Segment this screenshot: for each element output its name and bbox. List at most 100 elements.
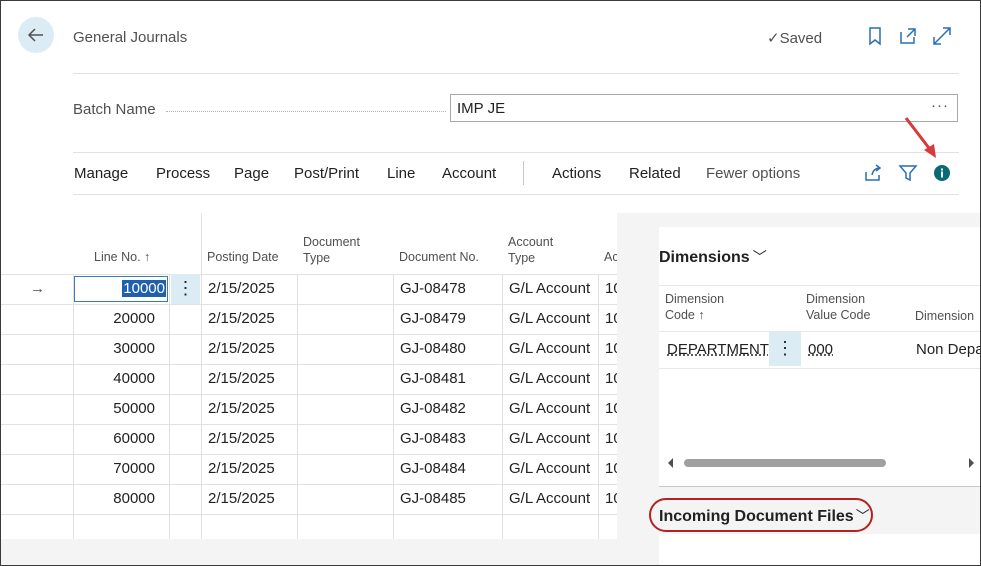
- menu-line[interactable]: Line: [387, 165, 415, 182]
- line-no-cell[interactable]: 50000: [76, 394, 155, 424]
- posting-date-cell[interactable]: 2/15/2025: [208, 304, 275, 334]
- menu-page[interactable]: Page: [234, 165, 269, 182]
- line-no-cell[interactable]: 20000: [76, 304, 155, 334]
- column-header-document-no[interactable]: Document No.: [399, 249, 479, 265]
- document-no-cell[interactable]: GJ-08479: [400, 304, 466, 334]
- column-header-account-type-line2: Type: [508, 251, 536, 265]
- table-row[interactable]: → 10000 ⋮ 2/15/2025 GJ-08478 G/L Account…: [1, 274, 622, 305]
- account-type-cell[interactable]: G/L Account: [509, 454, 590, 484]
- menu-manage[interactable]: Manage: [74, 165, 128, 182]
- account-type-cell[interactable]: G/L Account: [509, 484, 590, 514]
- action-bar-bottom-divider: [73, 194, 959, 195]
- dimensions-divider: [659, 285, 980, 286]
- incoming-document-files-title[interactable]: Incoming Document Files ﹀: [659, 506, 870, 526]
- table-row[interactable]: 60000 2/15/2025 GJ-08483 G/L Account 10: [1, 424, 622, 455]
- dimension-code-link[interactable]: DEPARTMENT: [667, 335, 769, 365]
- document-no-cell[interactable]: GJ-08484: [400, 454, 466, 484]
- action-bar-top-divider: [73, 152, 959, 153]
- column-header-document-type[interactable]: Document Type: [303, 234, 360, 266]
- open-new-window-icon[interactable]: [898, 26, 918, 46]
- posting-date-cell[interactable]: 2/15/2025: [208, 454, 275, 484]
- checkmark-icon: ✓: [767, 30, 780, 47]
- action-bar-separator: [523, 161, 524, 185]
- document-no-cell[interactable]: GJ-08481: [400, 364, 466, 394]
- fewer-options-button[interactable]: Fewer options: [706, 165, 800, 182]
- account-type-cell[interactable]: G/L Account: [509, 274, 590, 304]
- line-no-cell[interactable]: 30000: [76, 334, 155, 364]
- journal-lines-grid: Line No. ↑ Posting Date Document Type Do…: [1, 213, 622, 539]
- dimension-value-name: Non Depa: [916, 341, 981, 358]
- column-header-document-type-line1: Document: [303, 235, 360, 249]
- document-no-cell[interactable]: GJ-08485: [400, 484, 466, 514]
- line-no-cell[interactable]: 60000: [76, 424, 155, 454]
- batch-name-input[interactable]: IMP JE ···: [450, 94, 958, 122]
- chevron-down-icon: ﹀: [752, 249, 767, 265]
- column-header-line-no[interactable]: Line No. ↑: [94, 249, 150, 265]
- column-header-dimension-code[interactable]: Dimension Code ↑: [665, 291, 724, 323]
- line-no-cell[interactable]: 40000: [76, 364, 155, 394]
- dimensions-header-divider: [659, 331, 980, 332]
- back-button[interactable]: [18, 17, 54, 53]
- menu-actions[interactable]: Actions: [552, 165, 601, 182]
- arrow-left-icon: [27, 28, 43, 42]
- menu-post-print[interactable]: Post/Print: [294, 165, 359, 182]
- account-type-cell[interactable]: G/L Account: [509, 304, 590, 334]
- share-icon[interactable]: [863, 163, 883, 183]
- scroll-left-icon: [668, 458, 673, 468]
- dimensions-card: Dimensions ﹀ Dimension Code ↑ Dimension V…: [659, 227, 980, 487]
- filter-icon[interactable]: [898, 163, 918, 183]
- menu-account[interactable]: Account: [442, 165, 496, 182]
- posting-date-cell[interactable]: 2/15/2025: [208, 394, 275, 424]
- line-no-cell[interactable]: 10000: [76, 274, 166, 304]
- bookmark-icon[interactable]: [865, 26, 885, 46]
- line-no-cell[interactable]: 70000: [76, 454, 155, 484]
- document-no-cell[interactable]: GJ-08478: [400, 274, 466, 304]
- table-row[interactable]: 20000 2/15/2025 GJ-08479 G/L Account 10: [1, 304, 622, 335]
- row-actions-button[interactable]: ⋮: [171, 274, 200, 304]
- table-row[interactable]: 40000 2/15/2025 GJ-08481 G/L Account 10: [1, 364, 622, 395]
- account-type-cell[interactable]: G/L Account: [509, 334, 590, 364]
- scroll-right-icon: [969, 458, 974, 468]
- column-header-posting-date[interactable]: Posting Date: [207, 249, 279, 265]
- field-leader-dots: [166, 111, 446, 112]
- document-no-cell[interactable]: GJ-08482: [400, 394, 466, 424]
- info-icon[interactable]: [932, 163, 952, 183]
- header-divider: [73, 73, 959, 74]
- current-row-arrow-icon: →: [30, 280, 45, 297]
- posting-date-cell[interactable]: 2/15/2025: [208, 274, 275, 304]
- dimension-value-code-link[interactable]: 000: [808, 335, 833, 365]
- app-frame: General Journals ✓Saved Batch Name IMP J…: [0, 0, 981, 566]
- batch-name-value: IMP JE: [457, 100, 506, 117]
- table-row[interactable]: 30000 2/15/2025 GJ-08480 G/L Account 10: [1, 334, 622, 365]
- account-type-cell[interactable]: G/L Account: [509, 424, 590, 454]
- table-row[interactable]: 70000 2/15/2025 GJ-08484 G/L Account 10: [1, 454, 622, 485]
- dimension-row-actions-button[interactable]: ⋮: [769, 332, 801, 366]
- menu-related[interactable]: Related: [629, 165, 681, 182]
- batch-lookup-button[interactable]: ···: [931, 97, 949, 114]
- document-no-cell[interactable]: GJ-08483: [400, 424, 466, 454]
- table-row[interactable]: 50000 2/15/2025 GJ-08482 G/L Account 10: [1, 394, 622, 425]
- dimensions-title[interactable]: Dimensions ﹀: [659, 247, 767, 267]
- posting-date-cell[interactable]: 2/15/2025: [208, 364, 275, 394]
- document-no-cell[interactable]: GJ-08480: [400, 334, 466, 364]
- factbox-divider: [659, 486, 980, 487]
- scrollbar-thumb: [684, 459, 886, 467]
- menu-process[interactable]: Process: [156, 165, 210, 182]
- column-header-dimension-value-code[interactable]: Dimension Value Code: [806, 291, 870, 323]
- posting-date-cell[interactable]: 2/15/2025: [208, 484, 275, 514]
- line-no-cell[interactable]: 80000: [76, 484, 155, 514]
- dimensions-horizontal-scrollbar[interactable]: [667, 456, 977, 468]
- chevron-down-icon: ﹀: [855, 508, 870, 524]
- column-header-dimension-name[interactable]: Dimension: [915, 308, 974, 324]
- column-header-account-type-line1: Account: [508, 235, 554, 249]
- expand-icon[interactable]: [932, 26, 952, 46]
- page-title: General Journals: [73, 29, 188, 46]
- scrollbar-track: [668, 458, 974, 468]
- column-header-account-type[interactable]: Account Type: [508, 234, 553, 266]
- posting-date-cell[interactable]: 2/15/2025: [208, 334, 275, 364]
- account-type-cell[interactable]: G/L Account: [509, 364, 590, 394]
- table-row[interactable]: 80000 2/15/2025 GJ-08485 G/L Account 10: [1, 484, 622, 515]
- account-type-cell[interactable]: G/L Account: [509, 394, 590, 424]
- incoming-document-files-card: [659, 534, 980, 565]
- posting-date-cell[interactable]: 2/15/2025: [208, 424, 275, 454]
